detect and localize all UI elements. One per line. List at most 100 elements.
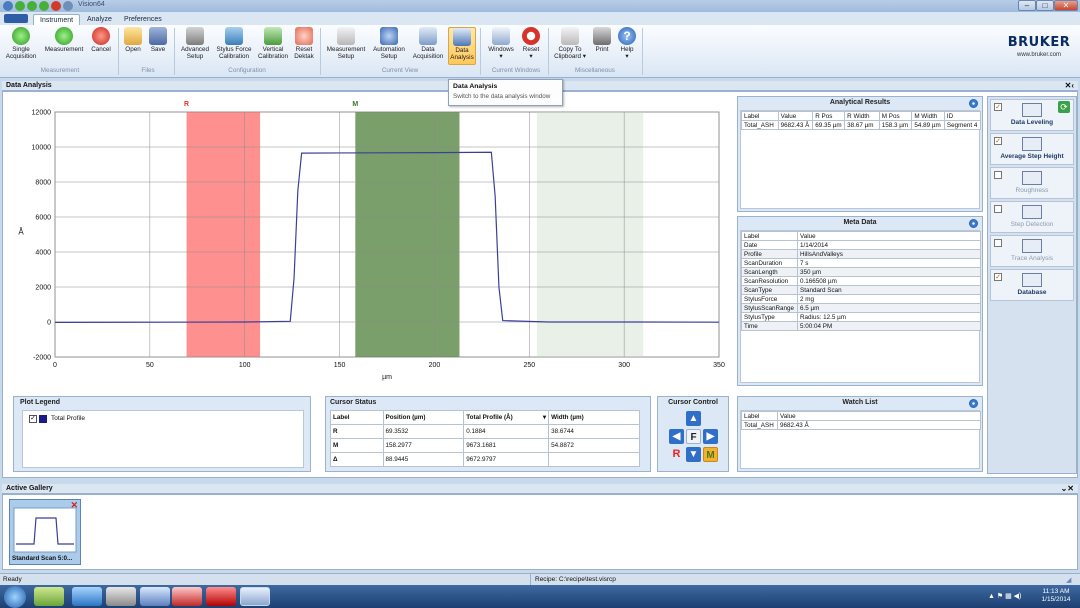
quick-cancel-icon[interactable] (51, 1, 61, 11)
app-menu-button[interactable] (4, 14, 28, 23)
feature-average-step-height[interactable]: ✓ Average Step Height (990, 133, 1074, 165)
meta-data-header-cell[interactable]: Value (797, 231, 981, 241)
feature-checkbox[interactable]: ✓ (994, 273, 1002, 281)
quick-open-icon[interactable] (63, 1, 73, 11)
legend-checkbox[interactable]: ✓ (29, 415, 37, 423)
taskbar-ie-icon[interactable] (72, 587, 102, 606)
vertical-calibration-button[interactable]: Vertical Calibration (256, 27, 290, 60)
analytical-results-header-cell[interactable]: Label (741, 111, 779, 121)
feature-checkbox[interactable]: ✓ (994, 103, 1002, 111)
cursor-up-button[interactable]: ▲ (686, 411, 701, 426)
cursor-status-row[interactable]: Δ 88.9445 9672.9797 (330, 452, 640, 467)
cursor-right-button[interactable]: ▶ (703, 429, 718, 444)
taskbar-app3-icon[interactable] (140, 587, 170, 606)
help-button[interactable]: ? Help ▾ (616, 27, 638, 60)
cursor-status-row[interactable]: R 69.3532 0.1884 38.6744 (330, 424, 640, 439)
app-menu-icon[interactable] (3, 1, 13, 11)
maximize-button[interactable]: □ (1036, 0, 1054, 11)
data-analysis-button[interactable]: Data Analysis (448, 27, 476, 65)
cursor-status-row[interactable]: M 158.2977 9673.1681 54.8872 (330, 438, 640, 453)
close-button[interactable]: ✕ (1054, 0, 1078, 11)
feature-checkbox[interactable] (994, 205, 1002, 213)
cursor-status-header-cell[interactable]: Width (µm) (548, 410, 640, 425)
feature-trace-analysis[interactable]: Trace Analysis (990, 235, 1074, 267)
feature-roughness[interactable]: Roughness (990, 167, 1074, 199)
tab-analyze[interactable]: Analyze (81, 14, 118, 25)
start-button[interactable] (4, 586, 26, 608)
taskbar-app2-icon[interactable] (106, 587, 136, 606)
watch-list-row[interactable]: Total_ASH 9682.43 Å (741, 420, 981, 430)
meta-data-row[interactable]: StylusType Radius: 12.5 µm (741, 312, 981, 322)
automation-setup-button[interactable]: Automation Setup (370, 27, 408, 60)
measurement-button[interactable]: Measurement (42, 27, 86, 53)
taskbar-pdf-icon[interactable] (206, 587, 236, 606)
feature-checkbox[interactable]: ✓ (994, 137, 1002, 145)
taskbar-explorer-icon[interactable] (34, 587, 64, 606)
quick-play-icon[interactable] (39, 1, 49, 11)
cursor-left-button[interactable]: ◀ (669, 429, 684, 444)
analytical-results-header-cell[interactable]: M Width (911, 111, 945, 121)
meta-data-row[interactable]: ScanDuration 7 s (741, 258, 981, 268)
analytical-results-header-cell[interactable]: R Width (844, 111, 880, 121)
meta-data-row[interactable]: Time 5:00:04 PM (741, 321, 981, 331)
cursor-band-r[interactable] (186, 112, 261, 357)
cursor-down-button[interactable]: ▼ (686, 447, 701, 462)
feature-checkbox[interactable] (994, 239, 1002, 247)
series-dropdown-icon[interactable]: ▾ (543, 414, 546, 421)
collapse-icon[interactable]: ✕‹ (1065, 81, 1074, 91)
tab-instrument[interactable]: Instrument (33, 14, 81, 25)
meta-data-row[interactable]: Date 1/14/2014 (741, 240, 981, 250)
cursor-status-header-cell[interactable]: Total Profile (Å) ▾ (463, 410, 550, 425)
analytical-results-header-cell[interactable]: M Pos (878, 111, 913, 121)
stylus-force-calibration-button[interactable]: Stylus Force Calibration (213, 27, 255, 60)
feature-database[interactable]: ✓ Database (990, 269, 1074, 301)
meta-data-row[interactable]: ScanLength 350 µm (741, 267, 981, 277)
analytical-results-header-cell[interactable]: R Pos (812, 111, 846, 121)
cursor-m-select-button[interactable]: M (703, 447, 718, 462)
analytical-results-row[interactable]: Total_ASH 9682.43 Å 69.35 µm 38.67 µm 158.3 … (741, 120, 982, 130)
clock[interactable]: 11:13 AM 1/15/2014 (1034, 588, 1078, 604)
watch-list-header-cell[interactable]: Label (741, 411, 778, 421)
cursor-status-header-cell[interactable]: Label (330, 410, 384, 425)
meta-data-settings-icon[interactable] (969, 219, 978, 228)
minimize-button[interactable]: – (1018, 0, 1036, 11)
thumbnail-close-icon[interactable]: ✕ (70, 500, 78, 511)
taskbar-vision64-icon[interactable] (240, 587, 270, 606)
watch-list-header-cell[interactable]: Value (777, 411, 981, 421)
gallery-thumbnail[interactable]: ✕ Standard Scan 5:0... (9, 499, 81, 565)
meta-data-row[interactable]: Profile HillsAndValleys (741, 249, 981, 259)
cursor-status-header-cell[interactable]: Position (µm) (382, 410, 465, 425)
cursor-band-region[interactable] (536, 112, 644, 357)
save-button[interactable]: Save (146, 27, 170, 53)
taskbar-app4-icon[interactable] (172, 587, 202, 606)
meta-data-row[interactable]: StylusForce 2 mg (741, 294, 981, 304)
copy-to-clipboard-button[interactable]: Copy To Clipboard ▾ (552, 27, 588, 60)
refresh-icon[interactable]: ⟳ (1058, 101, 1070, 113)
meta-data-header-cell[interactable]: Label (741, 231, 798, 241)
cursor-label-r[interactable]: R (184, 101, 189, 108)
cursor-band-m[interactable] (355, 112, 460, 357)
feature-checkbox[interactable] (994, 171, 1002, 179)
analytical-results-header-cell[interactable]: Value (777, 111, 814, 121)
advanced-setup-button[interactable]: Advanced Setup (178, 27, 212, 60)
single-acquisition-button[interactable]: Single Acquisition (4, 27, 38, 60)
feature-step-detection[interactable]: Step Detection (990, 201, 1074, 233)
quick-measure-icon[interactable] (27, 1, 37, 11)
open-button[interactable]: Open (122, 27, 144, 53)
tray-icons[interactable]: ▲ ⚑ ▦ ◀) (988, 592, 1021, 600)
windows-button[interactable]: Windows ▾ (486, 27, 516, 60)
meta-data-row[interactable]: StylusScanRange 6.5 µm (741, 303, 981, 313)
meta-data-row[interactable]: ScanType Standard Scan (741, 285, 981, 295)
quick-single-icon[interactable] (15, 1, 25, 11)
cursor-label-m[interactable]: M (352, 101, 358, 108)
reset-button[interactable]: Reset ▾ (518, 27, 544, 60)
cursor-r-select-button[interactable]: R (669, 447, 684, 462)
data-acquisition-button[interactable]: Data Acquisition (410, 27, 446, 60)
analytical-results-settings-icon[interactable] (969, 99, 978, 108)
cancel-button[interactable]: Cancel (88, 27, 114, 53)
measurement-setup-button[interactable]: Measurement Setup (324, 27, 368, 60)
gallery-collapse-icon[interactable]: ⌄✕ (1061, 484, 1074, 494)
print-button[interactable]: Print (590, 27, 614, 53)
reset-dektak-button[interactable]: Reset Dektak (292, 27, 316, 60)
analytical-results-header-cell[interactable]: ID (943, 111, 982, 121)
